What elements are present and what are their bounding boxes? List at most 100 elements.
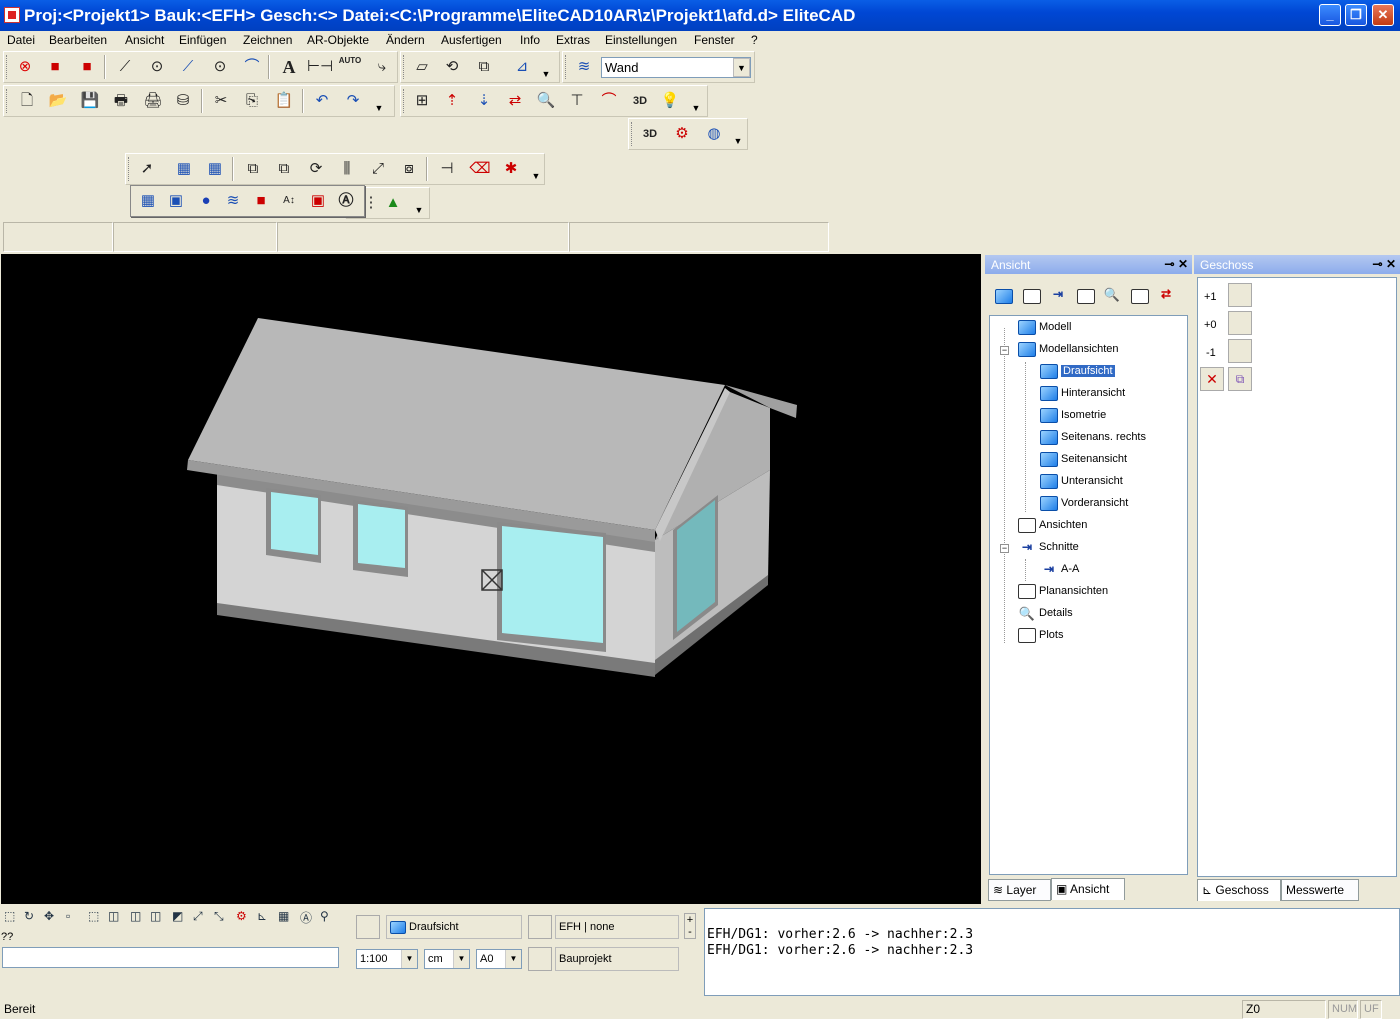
plot-icon[interactable]: 🖨 — [140, 88, 166, 114]
menu-extras[interactable]: Extras — [556, 33, 590, 47]
pan-icon[interactable]: ✥ — [44, 909, 54, 923]
toolbar-grip[interactable] — [631, 122, 634, 146]
view-select-icon[interactable] — [356, 915, 380, 939]
toolbar-grip[interactable] — [128, 157, 131, 181]
command-input[interactable] — [2, 947, 339, 968]
pin-icon[interactable]: ⊸ — [1373, 257, 1383, 271]
render-3d-icon[interactable]: 3D — [637, 121, 663, 147]
render-icon[interactable]: ⚙ — [236, 909, 247, 923]
cube-outline-icon[interactable] — [1023, 289, 1041, 304]
tree-item-plots[interactable]: Plots — [1018, 626, 1063, 644]
view-side-icon[interactable]: ◫ — [150, 909, 161, 923]
add-floor-icon[interactable]: ⧉ — [1228, 367, 1252, 391]
plot-icon[interactable] — [1131, 289, 1149, 304]
paper-select[interactable]: A0 ▼ — [476, 949, 522, 969]
move-object-icon[interactable]: ⧉ — [271, 156, 297, 182]
tree-item-hinteransicht[interactable]: Hinteransicht — [1040, 384, 1125, 402]
unit-select[interactable]: cm ▼ — [424, 949, 470, 969]
toolbar-grip[interactable] — [6, 89, 9, 113]
floor-switch-icon[interactable]: ⇄ — [502, 88, 528, 114]
dropdown-arrow[interactable]: ▼ — [374, 88, 384, 114]
chevron-down-icon[interactable]: ▼ — [401, 950, 417, 968]
scale-select[interactable]: 1:100 ▼ — [356, 949, 418, 969]
menu-ar-objekte[interactable]: AR-Objekte — [307, 33, 369, 47]
menu-ausfertigen[interactable]: Ausfertigen — [441, 33, 502, 47]
undo-icon[interactable]: ↶ — [309, 88, 335, 114]
scale-icon[interactable]: ⤢ — [365, 156, 391, 182]
tree-item-seitenans-rechts[interactable]: Seitenans. rechts — [1040, 428, 1146, 446]
toolbar-grip[interactable] — [565, 55, 568, 79]
toolbar-grip[interactable] — [403, 89, 406, 113]
light-dir-icon[interactable]: ⤡ — [214, 909, 224, 924]
floor-up-icon[interactable]: ⇡ — [439, 88, 465, 114]
tree-item-draufsicht[interactable]: Draufsicht — [1040, 362, 1115, 380]
text-view-icon[interactable]: Ⓐ — [300, 909, 312, 926]
select-window-icon[interactable]: ▦ — [171, 156, 197, 182]
dropdown-arrow[interactable]: ▼ — [733, 121, 743, 147]
view-plan-icon[interactable]: ⊞ — [409, 88, 435, 114]
toolbar-grip[interactable] — [6, 55, 9, 79]
panel-close-icon[interactable]: ✕ — [1386, 257, 1396, 271]
layers-fill-icon[interactable]: ≋ — [220, 188, 246, 214]
tree-item-a-a[interactable]: ⇥ A-A — [1040, 560, 1079, 578]
line-icon[interactable]: ⟋ — [175, 54, 201, 80]
copy-icon[interactable]: ⎘ — [239, 88, 265, 114]
explode-icon[interactable]: ✱ — [498, 156, 524, 182]
snap-icon[interactable]: ⊾ — [257, 909, 267, 923]
red-fill-icon[interactable]: ■ — [248, 188, 274, 214]
zoom-icon[interactable]: 🔍 — [533, 88, 559, 114]
paste-icon[interactable]: 📋 — [271, 88, 297, 114]
wall-icon[interactable]: ▱ — [409, 54, 435, 80]
menu-aendern[interactable]: Ändern — [386, 33, 425, 47]
render-material-icon[interactable]: ◍ — [701, 121, 727, 147]
floor-stepper[interactable]: + - — [684, 913, 696, 939]
view-name-field[interactable]: Draufsicht — [386, 915, 522, 939]
plan-icon[interactable] — [1077, 289, 1095, 304]
text-frame-icon[interactable]: Ⓐ — [333, 188, 359, 214]
menu-einstellungen[interactable]: Einstellungen — [605, 33, 677, 47]
view-cube-icon[interactable]: ◫ — [108, 909, 119, 923]
dropdown-arrow[interactable]: ▼ — [691, 88, 701, 114]
chevron-down-icon[interactable]: ▼ — [453, 950, 469, 968]
chevron-down-icon[interactable]: ▼ — [505, 950, 521, 968]
select-area-icon[interactable]: ▦ — [202, 156, 228, 182]
redo-icon[interactable]: ↷ — [340, 88, 366, 114]
tab-layer[interactable]: ≋ Layer — [988, 879, 1051, 901]
floor-name-field[interactable]: EFH | none — [555, 915, 679, 939]
auto-dimension-icon[interactable]: AUTO — [337, 54, 363, 80]
terrain-icon[interactable]: ▲ — [380, 190, 406, 216]
collapse-icon[interactable]: − — [1000, 346, 1009, 355]
tree-item-unteransicht[interactable]: Unteransicht — [1040, 472, 1123, 490]
arc-view-icon[interactable]: ⌒ — [596, 88, 622, 114]
tree-item-ansichten[interactable]: Ansichten — [1018, 516, 1087, 534]
text-size-icon[interactable]: A↕ — [276, 188, 302, 214]
zoom-rotate-icon[interactable]: ↻ — [24, 909, 34, 923]
menu-fenster[interactable]: Fenster — [694, 33, 735, 47]
refresh-icon[interactable]: ⇄ — [1157, 287, 1175, 302]
menu-bearbeiten[interactable]: Bearbeiten — [49, 33, 107, 47]
pin-icon[interactable]: ⊸ — [1165, 257, 1175, 271]
tree-item-details[interactable]: 🔍 Details — [1018, 604, 1073, 622]
view-iso-icon[interactable]: ◩ — [172, 909, 183, 923]
zoom-window-icon[interactable]: ⬚ — [4, 909, 15, 923]
tree-item-seitenansicht[interactable]: Seitenansicht — [1040, 450, 1127, 468]
floor-plus1-icon[interactable] — [1228, 283, 1252, 307]
tree-item-modellansichten[interactable]: Modellansichten — [1018, 340, 1119, 358]
print-icon[interactable]: 🖶 — [108, 88, 134, 114]
zoom-all-icon[interactable]: ▫ — [66, 909, 70, 923]
tree-item-modell[interactable]: Modell — [1018, 318, 1071, 336]
floor-plus1[interactable]: +1 — [1204, 288, 1217, 306]
eraser-icon[interactable]: ⌫ — [467, 156, 493, 182]
section-icon[interactable]: ⇥ — [1049, 287, 1067, 302]
copy-object-icon[interactable]: ⧉ — [240, 156, 266, 182]
floor-minus1-icon[interactable] — [1228, 339, 1252, 363]
mirror-icon[interactable]: ⫼ — [334, 156, 360, 182]
floor-down-icon[interactable]: ⇣ — [471, 88, 497, 114]
trim-icon[interactable]: ⊣ — [434, 156, 460, 182]
zoom-prev-icon[interactable]: ⬚ — [88, 909, 99, 923]
menu-zeichnen[interactable]: Zeichnen — [243, 33, 292, 47]
cube-icon[interactable] — [995, 289, 1013, 304]
menu-einfuegen[interactable]: Einfügen — [179, 33, 226, 47]
render-settings-icon[interactable]: ⚙ — [669, 121, 695, 147]
project-name-field[interactable]: Bauprojekt — [555, 947, 679, 971]
